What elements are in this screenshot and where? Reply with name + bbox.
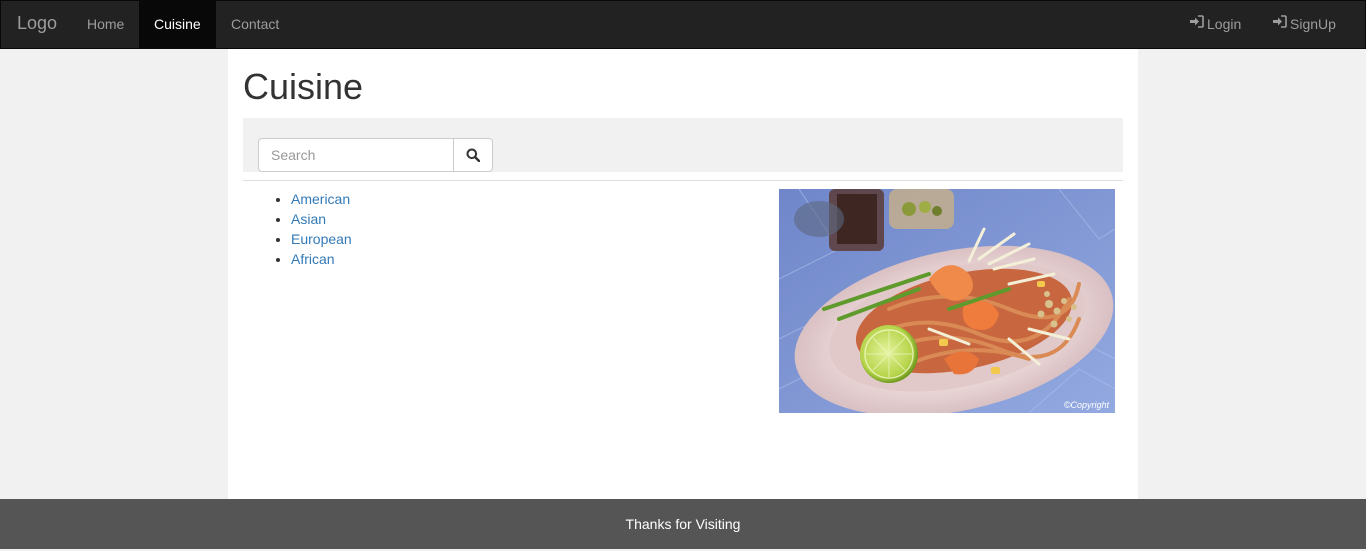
footer-text: Thanks for Visiting <box>625 516 741 532</box>
list-item: African <box>291 249 352 269</box>
food-image: ©Copyright <box>779 189 1115 413</box>
nav-signup[interactable]: SignUp <box>1257 1 1351 48</box>
list-item: American <box>291 189 352 209</box>
top-navbar: Logo Home Cuisine Contact Login SignUp <box>0 0 1366 49</box>
list-item: European <box>291 229 352 249</box>
cuisine-link-african[interactable]: African <box>291 251 335 267</box>
cuisine-link-european[interactable]: European <box>291 231 352 247</box>
login-label: Login <box>1207 16 1242 32</box>
nav-login[interactable]: Login <box>1174 1 1256 48</box>
image-caption: ©Copyright <box>1064 400 1110 410</box>
brand-logo[interactable]: Logo <box>17 13 57 33</box>
main-container: Cuisine American Asian European African <box>228 49 1138 499</box>
login-icon <box>1272 0 1287 46</box>
search-input[interactable] <box>258 138 454 172</box>
signup-label: SignUp <box>1290 16 1336 32</box>
nav-cuisine[interactable]: Cuisine <box>139 1 216 48</box>
divider <box>243 180 1123 181</box>
page-title: Cuisine <box>243 66 364 107</box>
search-icon <box>466 148 480 162</box>
login-icon <box>1189 0 1204 46</box>
cuisine-list: American Asian European African <box>243 189 352 269</box>
list-item: Asian <box>291 209 352 229</box>
search-well <box>243 118 1123 172</box>
cuisine-link-asian[interactable]: Asian <box>291 211 326 227</box>
nav-home[interactable]: Home <box>72 1 139 48</box>
search-button[interactable] <box>453 138 493 172</box>
nav-contact[interactable]: Contact <box>216 1 294 48</box>
footer: Thanks for Visiting <box>0 499 1366 549</box>
cuisine-link-american[interactable]: American <box>291 191 350 207</box>
